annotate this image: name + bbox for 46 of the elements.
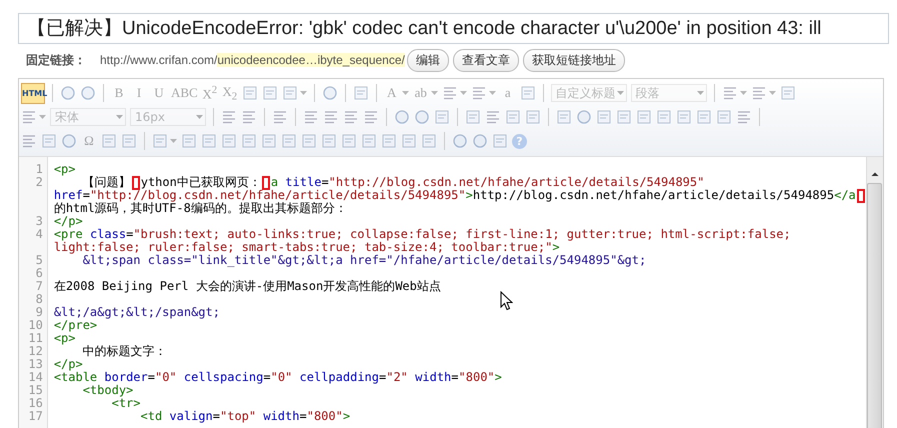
code-line: </p> xyxy=(54,358,83,371)
code-line: </p> xyxy=(54,215,83,228)
mouse-pointer-icon xyxy=(500,291,513,311)
code-line: <table border="0" cellspacing="0" cellpadding="2" width="800"> xyxy=(54,371,502,384)
line-number: 5 xyxy=(34,254,43,267)
code-line: 的html源码，其时UTF-8编码的。提取出其标题部分： xyxy=(54,202,347,215)
line-number: 1 xyxy=(34,163,43,176)
line-number: 16 xyxy=(27,397,43,410)
permalink-label: 固定链接： xyxy=(26,52,86,68)
code-line: <p> xyxy=(54,332,76,345)
code-line: </pre> xyxy=(54,319,98,332)
annotation-marker xyxy=(856,189,865,203)
code-line: 中的标题文字： xyxy=(82,345,167,358)
code-line: light:false; ruler:false; smart-tabs:true; tab-size:4; toolbar:true;"> xyxy=(54,241,560,254)
permalink-button[interactable]: 编辑 xyxy=(406,48,449,72)
scrollbar[interactable] xyxy=(866,157,883,428)
line-number: 9 xyxy=(34,306,43,319)
code-line: <td valign="top" width="800"> xyxy=(140,410,350,423)
code-line: <pre class="brush:text; auto-links:true; collapse:false; first-line:1; gutter:true; html-script:false; xyxy=(54,228,791,241)
line-number: 6 xyxy=(34,267,43,280)
line-number: 7 xyxy=(34,280,43,293)
line-number: 11 xyxy=(27,332,43,345)
line-number: 4 xyxy=(34,228,43,241)
line-number: 3 xyxy=(34,215,43,228)
annotation-marker xyxy=(262,176,270,190)
line-number: 17 xyxy=(27,410,43,423)
code-line: href="http://blog.csdn.net/hfahe/article/details/5494895">http://blog.csdn.net/hfahe/article/details/5494895</a xyxy=(54,189,866,202)
line-number: 12 xyxy=(27,345,43,358)
code-line: 【问题】 ython中已获取网页： a title="http://blog.csdn.net/hfahe/article/details/5494895" xyxy=(82,176,704,189)
line-number: 8 xyxy=(34,293,43,306)
annotation-marker xyxy=(132,176,140,190)
permalink-button[interactable]: 查看文章 xyxy=(452,48,519,72)
line-number: 14 xyxy=(27,371,43,384)
code-line: <p> xyxy=(54,163,76,176)
code-line: &lt;span class="link_title"&gt;&lt;a href="/hfahe/article/details/5494895"&gt; xyxy=(82,254,646,267)
title-field[interactable]: 【已解决】UnicodeEncodeError: 'gbk' codec can't encode character u'\u200e' in position 43: ill xyxy=(18,13,889,44)
code-line: <tbody> xyxy=(82,384,134,397)
line-number: 13 xyxy=(27,358,43,371)
line-number: 2 xyxy=(34,176,43,189)
line-number: 15 xyxy=(27,384,43,397)
permalink-button[interactable]: 获取短链接地址 xyxy=(522,48,625,72)
scrollbar-thumb[interactable] xyxy=(867,183,882,428)
line-number: 10 xyxy=(27,319,43,332)
code-line: <tr> xyxy=(112,397,141,410)
code-line: 在2008 Beijing Perl 大会的演讲-使用Mason开发高性能的Web站点 xyxy=(54,280,441,293)
code-line: &lt;/a&gt;&lt;/span&gt; xyxy=(54,306,220,319)
